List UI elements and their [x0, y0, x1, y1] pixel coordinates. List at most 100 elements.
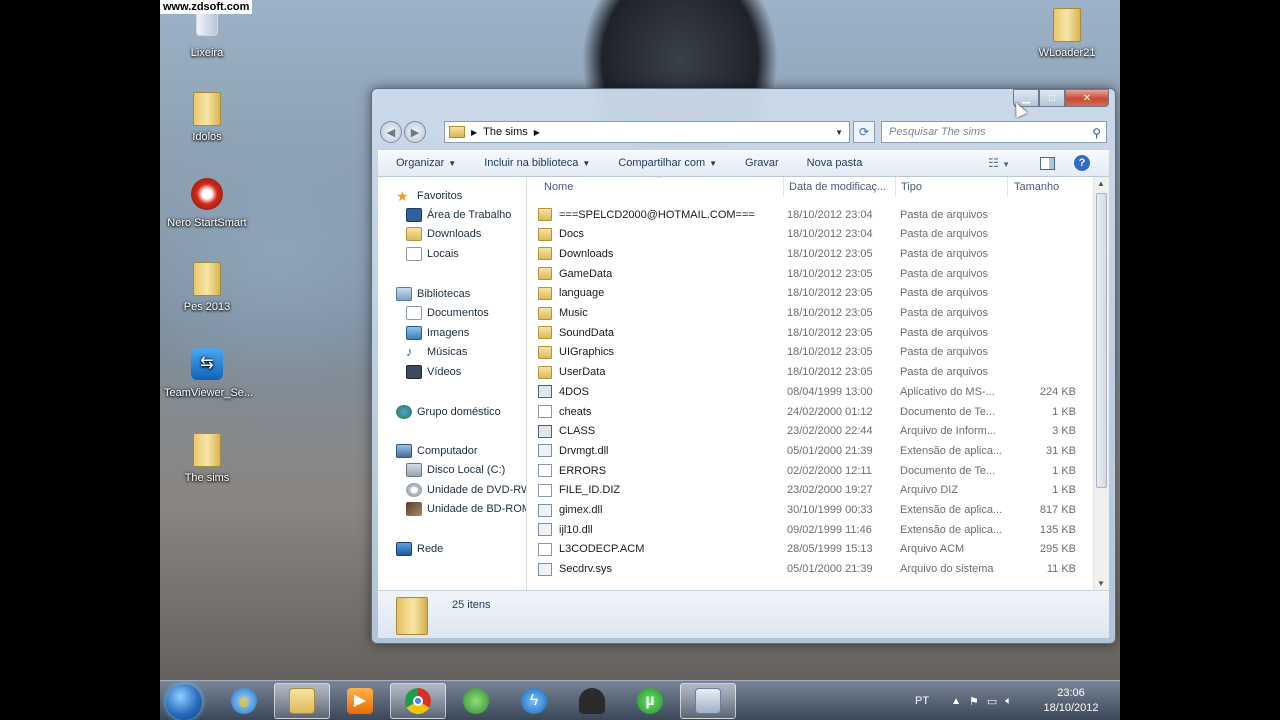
homegroup-icon	[396, 404, 412, 419]
address-bar[interactable]: ▶ The sims ▶ ▼	[444, 121, 850, 143]
file-name: GameData	[559, 267, 613, 280]
burn-button[interactable]: Gravar	[745, 157, 779, 169]
file-row[interactable]: GameData 18/10/2012 23:05 Pasta de arquivo…	[538, 264, 1088, 283]
desktop-icon-thesims[interactable]: The sims	[164, 433, 250, 484]
column-header-size[interactable]: Tamanho	[1014, 181, 1059, 197]
refresh-button[interactable]: ⟳	[853, 121, 875, 143]
nav-videos[interactable]: Vídeos	[406, 362, 461, 381]
media-player-icon[interactable]: ▶	[332, 683, 388, 719]
action-center-flag-icon[interactable]: ⚑	[969, 695, 979, 708]
search-placeholder: Pesquisar The sims	[889, 126, 986, 138]
desktop-icon-nero[interactable]: Nero StartSmart	[164, 178, 250, 229]
file-row[interactable]: CLASS 23/02/2000 22:44 Arquivo de Inform..…	[538, 422, 1088, 441]
scroll-up-icon[interactable]: ▲	[1097, 179, 1105, 188]
chrome-icon[interactable]	[390, 683, 446, 719]
back-button[interactable]: ◀	[380, 121, 402, 143]
folder-icon	[538, 267, 552, 281]
nav-dvd-drive[interactable]: Unidade de DVD-RW	[406, 480, 526, 499]
start-button[interactable]	[166, 684, 202, 720]
images-icon	[406, 325, 422, 340]
nav-label: Computador	[417, 444, 478, 457]
file-row[interactable]: FILE_ID.DIZ 23/02/2000 19:27 Arquivo DIZ 1 …	[538, 481, 1088, 500]
nav-music[interactable]: ♪ Músicas	[406, 342, 467, 361]
file-row[interactable]: UIGraphics 18/10/2012 23:05 Pasta de arqui…	[538, 343, 1088, 362]
network-tray-icon[interactable]: ▭	[987, 695, 997, 708]
file-type: Arquivo do sistema	[900, 563, 994, 576]
clock[interactable]: 23:06 18/10/2012	[1030, 686, 1112, 716]
preview-pane-icon[interactable]	[1040, 156, 1055, 170]
file-row[interactable]: ===SPELCD2000@HOTMAIL.COM=== 18/10/2012 2…	[538, 205, 1088, 224]
recorder-icon[interactable]	[680, 683, 736, 719]
share-with-menu[interactable]: Compartilhar com ▼	[618, 157, 717, 169]
file-explorer-icon[interactable]	[274, 683, 330, 719]
jdownloader-icon[interactable]: ϟ	[506, 683, 562, 719]
desktop-icon-label: The sims	[184, 472, 230, 484]
file-size: 11 KB	[1046, 563, 1076, 576]
include-in-library-menu[interactable]: Incluir na biblioteca ▼	[484, 157, 590, 169]
file-row[interactable]: ERRORS 02/02/2000 12:11 Documento de Te...…	[538, 461, 1088, 480]
nav-desktop[interactable]: Área de Trabalho	[406, 205, 511, 224]
column-header-type[interactable]: Tipo	[901, 181, 922, 197]
view-options-icon[interactable]: ☷ ▼	[988, 156, 1010, 170]
vertical-scrollbar[interactable]: ▲ ▼	[1093, 177, 1109, 590]
nav-locais[interactable]: Locais	[406, 244, 459, 263]
desktop-icon-teamviewer[interactable]: ⇆ TeamViewer_Se...	[164, 348, 253, 399]
maximize-button[interactable]: □	[1039, 89, 1065, 107]
nav-downloads[interactable]: Downloads	[406, 224, 481, 243]
help-icon[interactable]: ?	[1074, 155, 1090, 171]
file-row[interactable]: UserData 18/10/2012 23:05 Pasta de arquivo…	[538, 363, 1088, 382]
scrollbar-thumb[interactable]	[1096, 193, 1107, 488]
text-file-icon	[538, 464, 552, 478]
file-row[interactable]: ijl10.dll 09/02/1999 11:46 Extensão de apl…	[538, 520, 1088, 539]
file-row[interactable]: Secdrv.sys 05/01/2000 21:39 Arquivo do sis…	[538, 560, 1088, 579]
desktop-icon-idolos[interactable]: Idolos	[164, 92, 250, 143]
address-dropdown-icon[interactable]: ▼	[835, 128, 843, 137]
dll-file-icon	[538, 523, 552, 537]
volume-icon[interactable]: 🔈︎	[1005, 695, 1012, 708]
breadcrumb-separator-icon: ▶	[471, 127, 478, 137]
nav-network[interactable]: Rede	[396, 539, 443, 558]
file-row[interactable]: Downloads 18/10/2012 23:05 Pasta de arquiv…	[538, 244, 1088, 263]
file-row[interactable]: cheats 24/02/2000 01:12 Documento de Te...…	[538, 402, 1088, 421]
file-row[interactable]: language 18/10/2012 23:05 Pasta de arquivo…	[538, 284, 1088, 303]
desktop-icon-lixeira[interactable]: Lixeira	[164, 8, 250, 59]
recent-places-icon	[406, 246, 422, 261]
file-row[interactable]: SoundData 18/10/2012 23:05 Pasta de arquiv…	[538, 323, 1088, 342]
movie-maker-icon[interactable]	[564, 683, 620, 719]
nav-bd-drive[interactable]: Unidade de BD-ROM	[406, 499, 526, 518]
column-header-name[interactable]: Nome	[544, 181, 573, 197]
nav-images[interactable]: Imagens	[406, 323, 469, 342]
nav-computer[interactable]: Computador	[396, 441, 478, 460]
search-input[interactable]: Pesquisar The sims ⚲	[881, 121, 1107, 143]
desktop-icon-wloader[interactable]: WLoader21	[1024, 8, 1110, 59]
column-header-date[interactable]: Data de modificaç...	[789, 181, 886, 197]
messenger-icon[interactable]	[448, 683, 504, 719]
file-row[interactable]: Drvmgt.dll 05/01/2000 21:39 Extensão de ap…	[538, 441, 1088, 460]
nav-favorites[interactable]: ★ Favoritos	[396, 186, 462, 205]
folder-icon	[1049, 8, 1085, 44]
organize-label: Organizar	[396, 157, 445, 169]
nav-local-disk[interactable]: Disco Local (C:)	[406, 460, 505, 479]
scroll-down-icon[interactable]: ▼	[1097, 579, 1105, 588]
file-row[interactable]: Music 18/10/2012 23:05 Pasta de arquivos	[538, 304, 1088, 323]
breadcrumb-the-sims[interactable]: The sims	[483, 126, 528, 138]
show-hidden-icons-icon[interactable]: ▲	[951, 696, 961, 707]
utorrent-icon[interactable]: µ	[622, 683, 678, 719]
language-indicator[interactable]: PT	[915, 695, 929, 707]
internet-explorer-icon[interactable]: e	[216, 683, 272, 719]
nav-libraries[interactable]: Bibliotecas	[396, 284, 470, 303]
new-folder-button[interactable]: Nova pasta	[807, 157, 863, 169]
nav-documents[interactable]: Documentos	[406, 303, 489, 322]
network-icon	[396, 541, 412, 556]
file-row[interactable]: 4DOS 08/04/1999 13:00 Aplicativo do MS-...…	[538, 382, 1088, 401]
desktop-icon-pes2013[interactable]: Pes 2013	[164, 262, 250, 313]
file-row[interactable]: L3CODECP.ACM 28/05/1999 15:13 Arquivo ACM 2…	[538, 540, 1088, 559]
file-row[interactable]: Docs 18/10/2012 23:04 Pasta de arquivos	[538, 225, 1088, 244]
close-button[interactable]: ✕	[1065, 89, 1109, 107]
file-row[interactable]: gimex.dll 30/10/1999 00:33 Extensão de apl…	[538, 501, 1088, 520]
nav-homegroup[interactable]: Grupo doméstico	[396, 402, 501, 421]
forward-button[interactable]: ▶	[404, 121, 426, 143]
file-type: Arquivo de Inform...	[900, 425, 996, 438]
organize-menu[interactable]: Organizar ▼	[396, 157, 456, 169]
search-icon[interactable]: ⚲	[1092, 126, 1101, 140]
